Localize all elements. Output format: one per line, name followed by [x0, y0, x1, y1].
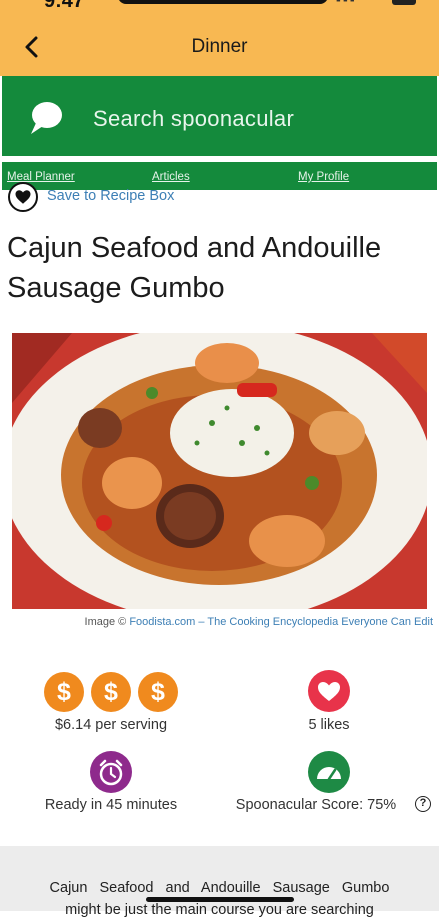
description-text-cont: might be just the main course you are se… — [65, 902, 374, 918]
dollar-icon: $ — [91, 672, 131, 712]
search-bar[interactable]: Search spoonacular — [2, 76, 437, 156]
nav-link-articles[interactable]: Articles — [152, 171, 190, 183]
dollar-icon: $ — [44, 672, 84, 712]
nav-link-meal-planner[interactable]: Meal Planner — [7, 171, 75, 183]
page-title: Dinner — [191, 36, 248, 57]
ready-time: Ready in 45 minutes — [44, 797, 178, 813]
description-text: Cajun Seafood and Andouille Sausage Gumb… — [49, 880, 390, 896]
battery-icon — [392, 0, 416, 5]
likes-count: 5 likes — [308, 717, 350, 733]
alarm-clock-icon — [90, 751, 132, 793]
help-icon[interactable]: ? — [415, 796, 431, 812]
likes-heart-icon[interactable] — [308, 670, 350, 712]
save-to-recipe-box-link[interactable]: Save to Recipe Box — [47, 188, 174, 204]
image-credit-link[interactable]: Foodista.com – The Cooking Encyclopedia … — [129, 616, 433, 628]
signal-icon: ▪▪▪ — [336, 0, 357, 7]
heart-icon — [15, 190, 31, 204]
dollar-icon: $ — [138, 672, 178, 712]
score-gauge-icon — [308, 751, 350, 793]
status-bar: 9:47 ▪▪▪ — [0, 0, 439, 18]
chat-bubble-icon — [26, 98, 66, 138]
recipe-photo — [12, 333, 427, 609]
app-header: Dinner — [0, 18, 439, 76]
image-credit-prefix: Image © — [84, 616, 127, 628]
price-per-serving: $6.14 per serving — [54, 717, 168, 733]
nav-link-my-profile[interactable]: My Profile — [298, 171, 349, 183]
camera-notch — [118, 0, 328, 4]
spoonacular-score: Spoonacular Score: 75% — [235, 797, 397, 813]
search-input[interactable]: Search spoonacular — [93, 106, 294, 132]
status-time: 9:47 — [44, 0, 85, 12]
save-button[interactable] — [8, 182, 38, 212]
image-credit: Image © Foodista.com – The Cooking Encyc… — [0, 616, 433, 628]
home-indicator[interactable] — [146, 897, 294, 902]
nav-bar: Meal Planner Articles My Profile — [2, 162, 437, 190]
recipe-title: Cajun Seafood and Andouille Sausage Gumb… — [7, 232, 382, 304]
